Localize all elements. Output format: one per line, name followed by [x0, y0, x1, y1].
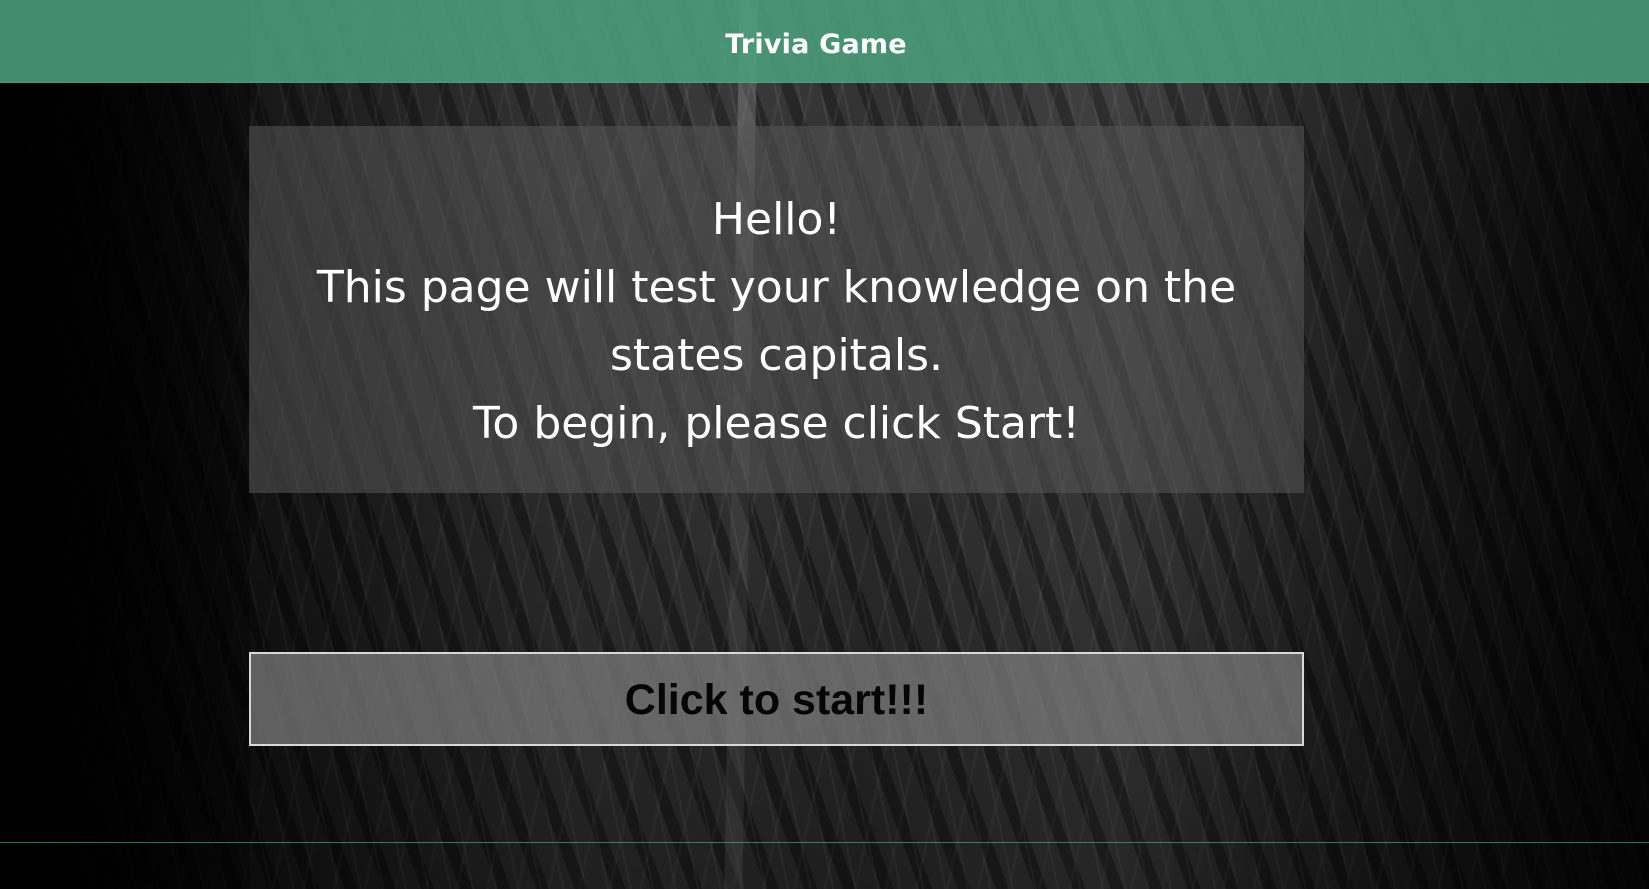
- greeting-text: Hello!: [711, 194, 842, 245]
- description-text: This page will test your knowledge on th…: [316, 262, 1237, 381]
- instruction-text: To begin, please click Start!: [473, 398, 1080, 449]
- intro-panel: Hello! This page will test your knowledg…: [249, 126, 1304, 493]
- background-image-shade-right: [1369, 0, 1649, 889]
- top-header: Trivia Game: [0, 0, 1649, 83]
- start-button[interactable]: Click to start!!!: [249, 652, 1304, 746]
- trivia-start-screen: Trivia Game Hello! This page will test y…: [0, 0, 1649, 889]
- background-image-shade-left: [0, 0, 250, 889]
- bottom-divider: [0, 842, 1649, 843]
- page-title: Trivia Game: [725, 29, 907, 60]
